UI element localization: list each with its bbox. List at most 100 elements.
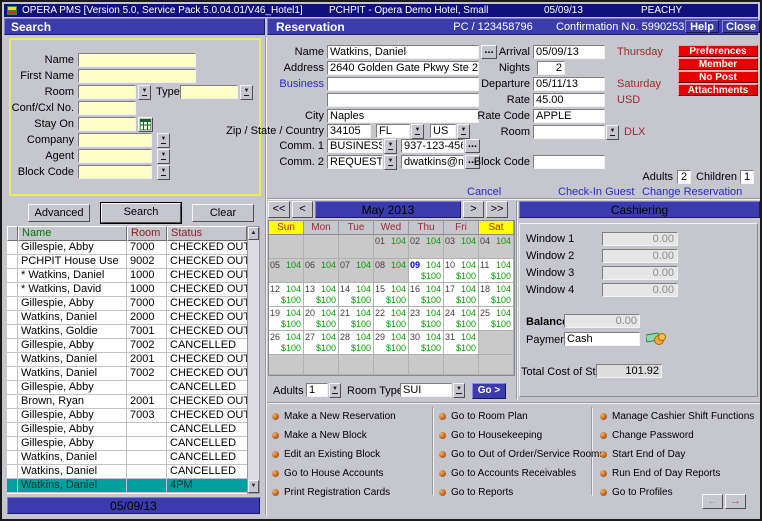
table-row[interactable]: Watkins, Daniel4PM [7,479,247,493]
menu-link[interactable]: Edit an Existing Block [272,449,380,460]
table-row[interactable]: PCHPIT House Use9002CHECKED OUT [7,255,247,269]
cal-adults-dropdown-button[interactable]: ▼ [329,383,341,398]
nav-back-button[interactable]: ← [702,494,723,509]
calendar-cell[interactable]: 13104$100 [304,283,339,307]
calendar-cell[interactable]: 08104 [374,259,409,283]
clear-button[interactable]: Clear [192,204,254,222]
calendar-cell[interactable]: 06104 [304,259,339,283]
prev-year-button[interactable]: << [268,201,290,218]
menu-link[interactable]: Go to House Accounts [272,468,384,479]
advanced-button[interactable]: Advanced [28,204,90,222]
comm1-lookup-button[interactable]: ... [465,139,480,153]
calendar-cell[interactable]: 25104$100 [479,307,514,331]
cal-room-type-dropdown-button[interactable]: ▼ [453,383,465,398]
table-row[interactable]: Gillespie, Abby7000CHECKED OUT [7,297,247,311]
comm1-dropdown-button[interactable]: ▼ [384,139,397,154]
search-room-input[interactable] [78,85,136,99]
table-row[interactable]: Gillespie, Abby7003CHECKED OUT [7,409,247,423]
adults-input[interactable]: 2 [677,170,691,184]
column-header-status[interactable]: Status [167,226,247,241]
search-block-code-input[interactable] [78,165,152,179]
state-dropdown-button[interactable]: ▼ [411,124,424,139]
country-input[interactable]: US [430,124,456,138]
calendar-cell[interactable]: 09104$100 [409,259,444,283]
cal-room-type-input[interactable]: SUI [400,383,452,397]
preferences-button[interactable]: Preferences [678,45,758,57]
check-in-guest-link[interactable]: Check-In Guest [558,186,634,198]
calendar-cell[interactable]: 11104$100 [479,259,514,283]
company-dropdown-button[interactable]: ▼ [157,133,170,148]
next-month-button[interactable]: > [463,201,484,218]
calendar-cell[interactable]: 04104 [479,235,514,259]
block-code-dropdown-button[interactable]: ▼ [157,165,170,180]
table-row[interactable]: Watkins, Daniel2000CHECKED OUT [7,311,247,325]
table-row[interactable]: Watkins, Goldie7001CHECKED OUT [7,325,247,339]
go-button[interactable]: Go > [472,383,506,399]
calendar-cell[interactable]: 26104$100 [269,331,304,355]
state-input[interactable]: FL [376,124,410,138]
calendar-cell[interactable]: 14104$100 [339,283,374,307]
prev-month-button[interactable]: < [292,201,313,218]
comm1-value-input[interactable]: 937-123-4567 [401,139,464,153]
comm2-dropdown-button[interactable]: ▼ [384,155,397,170]
table-row[interactable]: Watkins, Daniel7002CHECKED OUT [7,367,247,381]
nights-input[interactable]: 2 [537,61,565,75]
calendar-cell[interactable]: 22104$100 [374,307,409,331]
rate-code-input[interactable]: APPLE [533,109,605,123]
next-year-button[interactable]: >> [486,201,508,218]
zip-input[interactable]: 34105 [327,124,371,138]
nav-forward-button[interactable]: → [725,494,746,509]
calendar-cell[interactable]: 10104$100 [444,259,479,283]
comm2-value-input[interactable]: dwatkins@mic [401,155,464,169]
search-conf-input[interactable] [78,101,136,115]
table-row[interactable]: Watkins, DanielCANCELLED [7,465,247,479]
close-button[interactable]: Close [722,20,760,33]
children-input[interactable]: 1 [740,170,754,184]
menu-link[interactable]: Go to Out of Order/Service Rooms [439,449,604,460]
calendar-cell[interactable]: 30104$100 [409,331,444,355]
calendar-cell[interactable]: 23104$100 [409,307,444,331]
menu-link[interactable]: Change Password [600,430,694,441]
room-dropdown-button[interactable]: ▼ [138,85,151,100]
room-number-input[interactable] [533,125,605,139]
search-button[interactable]: Search [101,203,181,223]
departure-input[interactable]: 05/11/13 [533,77,605,91]
table-row[interactable]: Gillespie, Abby7002CANCELLED [7,339,247,353]
calendar-cell[interactable]: 17104$100 [444,283,479,307]
calendar-cell[interactable]: 03104 [444,235,479,259]
calendar-cell[interactable]: 21104$100 [339,307,374,331]
no-post-button[interactable]: No Post [678,71,758,83]
cal-adults-input[interactable]: 1 [306,383,328,397]
menu-link[interactable]: Print Registration Cards [272,487,390,498]
menu-link[interactable]: Go to Housekeeping [439,430,542,441]
calendar-cell[interactable]: 02104 [409,235,444,259]
table-row[interactable]: Watkins, DanielCANCELLED [7,451,247,465]
table-row[interactable]: Gillespie, AbbyCANCELLED [7,423,247,437]
search-name-input[interactable] [78,53,196,67]
calendar-cell[interactable]: 16104$100 [409,283,444,307]
res-block-code-input[interactable] [533,155,605,169]
table-row[interactable]: * Watkins, Daniel1000CHECKED OUT [7,269,247,283]
room-number-dropdown-button[interactable]: ▼ [606,125,619,140]
arrival-input[interactable]: 05/09/13 [533,45,605,59]
calendar-cell[interactable]: 05104 [269,259,304,283]
window-amount-field[interactable]: 0.00 [602,249,678,263]
calendar-cell[interactable]: 19104$100 [269,307,304,331]
window-amount-field[interactable]: 0.00 [602,266,678,280]
payment-input[interactable]: Cash [564,332,640,346]
agent-dropdown-button[interactable]: ▼ [157,149,170,164]
calendar-cell[interactable]: 20104$100 [304,307,339,331]
member-button[interactable]: Member [678,58,758,70]
table-row[interactable]: Gillespie, AbbyCANCELLED [7,437,247,451]
table-row[interactable]: Gillespie, Abby7000CHECKED OUT [7,241,247,255]
table-row[interactable]: Watkins, Daniel2001CHECKED OUT [7,353,247,367]
calendar-cell[interactable]: 27104$100 [304,331,339,355]
search-first-name-input[interactable] [78,69,196,83]
window-amount-field[interactable]: 0.00 [602,232,678,246]
menu-link[interactable]: Go to Reports [439,487,513,498]
attachments-button[interactable]: Attachments [678,84,758,96]
money-icon[interactable] [646,330,666,351]
results-scrollbar[interactable]: ▲ ▼ [247,226,260,494]
calendar-cell[interactable]: 28104$100 [339,331,374,355]
rate-input[interactable]: 45.00 [533,93,605,107]
